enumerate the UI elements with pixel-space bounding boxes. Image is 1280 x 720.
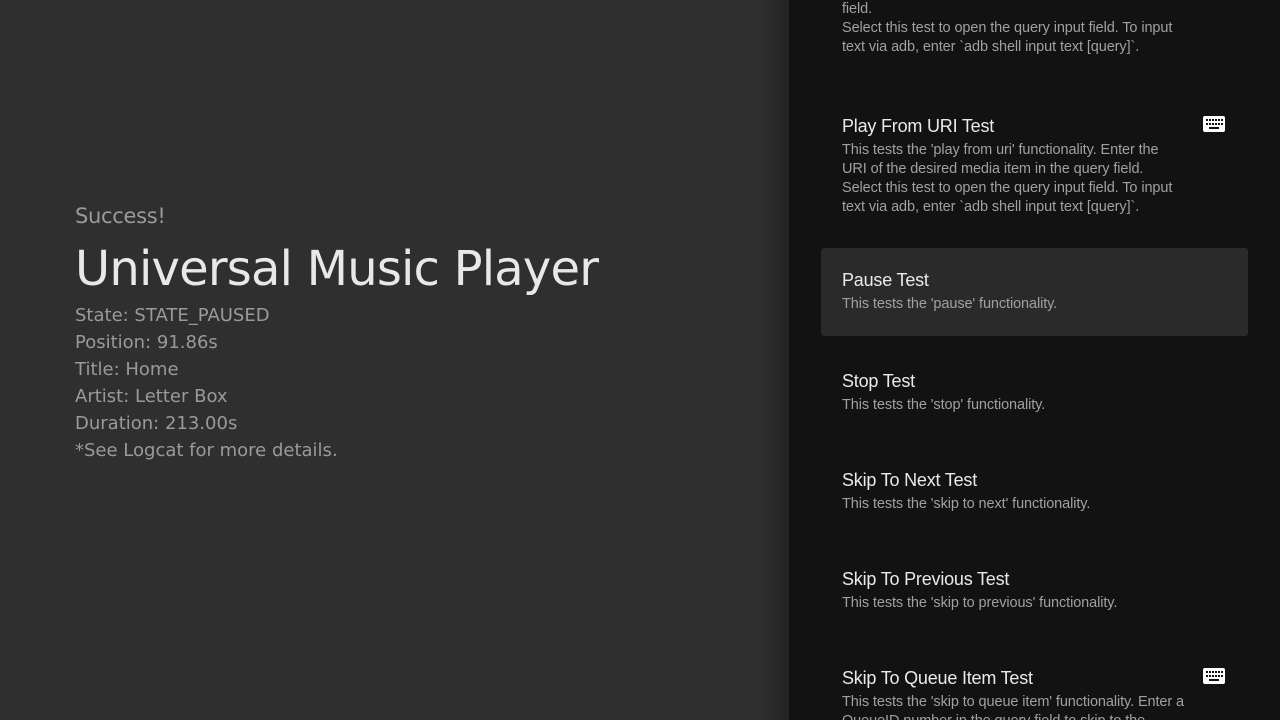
test-item-name: Pause Test — [842, 270, 929, 290]
test-item-desc: the media ID of the desired media item i… — [842, 1, 1173, 55]
test-item-desc: This tests the 'skip to queue item' func… — [842, 694, 1185, 720]
test-item-desc: This tests the 'pause' functionality. — [842, 296, 1058, 312]
test-item-name: Stop Test — [842, 371, 915, 391]
test-item-desc: This tests the 'skip to next' functional… — [842, 496, 1091, 512]
position-line: Position: 91.86s — [75, 332, 218, 353]
test-item-desc: This tests the 'skip to previous' functi… — [842, 595, 1118, 611]
logcat-note: *See Logcat for more details. — [75, 440, 338, 461]
test-item-skip-next[interactable]: Skip To Next Test This tests the 'skip t… — [821, 468, 1248, 514]
status-heading: Success! — [75, 204, 166, 228]
keyboard-icon — [1203, 668, 1225, 684]
status-block: Success! Universal Music Player State: S… — [75, 201, 755, 464]
test-item-stop[interactable]: Stop Test This tests the 'stop' function… — [821, 369, 1248, 415]
artist-line: Artist: Letter Box — [75, 386, 228, 407]
keyboard-icon — [1203, 116, 1225, 132]
test-item-name: Skip To Previous Test — [842, 569, 1010, 589]
duration-line: Duration: 213.00s — [75, 413, 238, 434]
test-item-name: Play From URI Test — [842, 116, 995, 136]
app-title: Universal Music Player — [75, 241, 599, 297]
info-list: State: STATE_PAUSED Position: 91.86s Tit… — [75, 302, 755, 464]
status-pane: Success! Universal Music Player State: S… — [0, 0, 789, 720]
pane-shadow — [759, 0, 789, 720]
test-item-play-from-search[interactable]: the media ID of the desired media item i… — [821, 0, 1248, 57]
title-line: Title: Home — [75, 359, 179, 380]
state-line: State: STATE_PAUSED — [75, 305, 270, 326]
app-root: Success! Universal Music Player State: S… — [0, 0, 1280, 720]
test-item-name: Skip To Queue Item Test — [842, 668, 1033, 688]
test-list-pane: the media ID of the desired media item i… — [789, 0, 1280, 720]
test-item-desc: This tests the 'play from uri' functiona… — [842, 142, 1173, 215]
test-item-name: Skip To Next Test — [842, 470, 978, 490]
test-item-desc: This tests the 'stop' functionality. — [842, 397, 1046, 413]
test-item-skip-previous[interactable]: Skip To Previous Test This tests the 'sk… — [821, 567, 1248, 613]
test-item-pause[interactable]: Pause Test This tests the 'pause' functi… — [821, 248, 1248, 336]
test-item-play-from-uri[interactable]: Play From URI Test This tests the 'play … — [821, 114, 1248, 217]
test-item-skip-queue[interactable]: Skip To Queue Item Test This tests the '… — [821, 666, 1248, 720]
